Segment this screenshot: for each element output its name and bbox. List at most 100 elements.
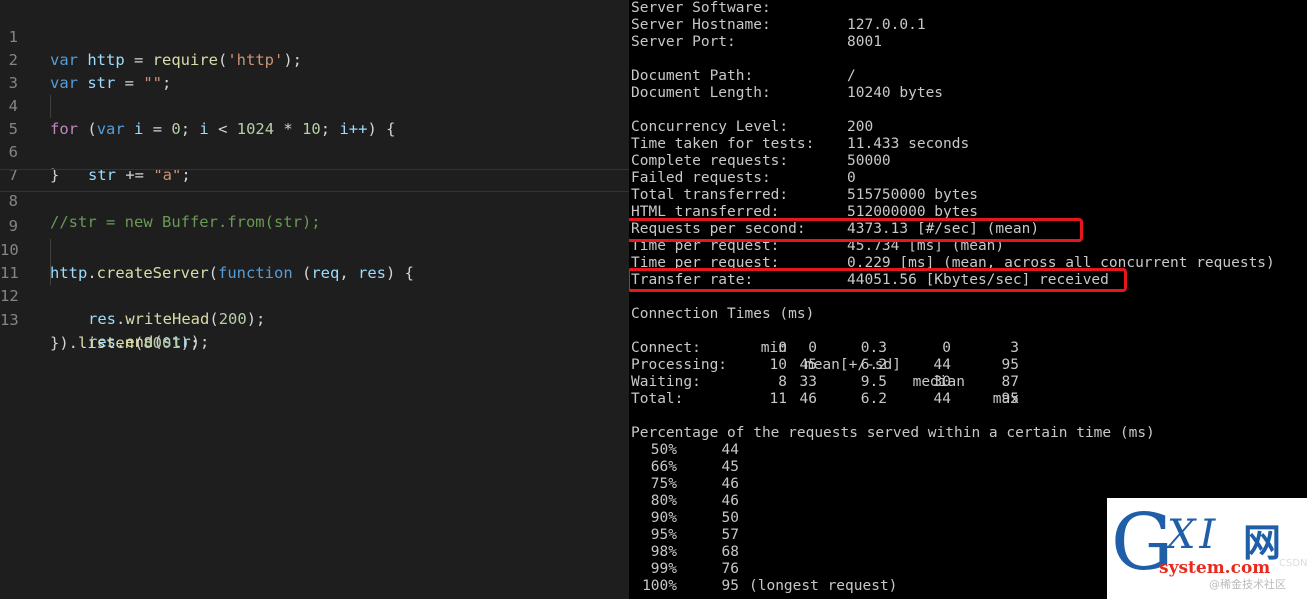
table-cell: 0 (942, 340, 951, 356)
table-cell: 33 (799, 374, 817, 390)
table-cell: Connect: (631, 340, 701, 356)
info-value: 127.0.0.1 (847, 17, 926, 33)
info-line: Complete requests: 50000 (631, 153, 1307, 170)
code-line[interactable]: 6 } (0, 118, 629, 184)
info-label: Server Port: (631, 34, 736, 50)
table-cell: 0.3 (860, 340, 887, 356)
highlight-requests-per-second (629, 218, 1083, 242)
code-line[interactable]: 9 (0, 192, 629, 235)
code-line[interactable]: 10 http.createServer(function (req, res)… (0, 216, 629, 282)
list-item: 90% 50 (631, 510, 1031, 527)
code-line-active[interactable]: 8 //str = new Buffer.from(str); (0, 169, 629, 231)
info-label: Complete requests: (631, 153, 789, 169)
info-line (631, 102, 1307, 119)
info-value: 50000 (847, 153, 891, 169)
table-cell: Processing: (631, 357, 728, 373)
table-cell: 95 (1001, 391, 1019, 407)
punctuation: ( (134, 334, 144, 352)
code-line[interactable]: 12 res.end(str); (0, 262, 629, 351)
code-line[interactable]: 13 }).listen(8001); (0, 286, 629, 352)
info-line: Document Length: 10240 bytes (631, 85, 1307, 102)
code-line[interactable]: 3 (0, 49, 629, 92)
highlight-transfer-rate (629, 268, 1127, 292)
function-name: writeHead (125, 310, 210, 328)
table-cell: Waiting: (631, 374, 701, 390)
percentile-ms: 95 (721, 578, 739, 594)
code-line[interactable]: 7 (0, 141, 629, 184)
punctuation: . (116, 310, 126, 328)
percentage-title: Percentage of the requests served within… (631, 425, 1155, 441)
percentile-ms: 50 (721, 510, 739, 526)
code-line[interactable]: 2 var str = ""; (0, 26, 629, 92)
percentile-label: 95% (650, 527, 677, 543)
table-row: Waiting: 8 33 9.5 30 87 (631, 374, 1031, 391)
logo-letters: XI (1167, 512, 1220, 558)
identifier: res (88, 310, 116, 328)
table-row: Processing: 10 45 6.2 44 95 (631, 357, 1031, 374)
info-value: 200 (847, 119, 874, 135)
punctuation: }). (50, 334, 78, 352)
table-cell: 45 (799, 357, 817, 373)
code-line[interactable]: 5 str += "a"; (0, 95, 629, 184)
table-cell: 95 (1001, 357, 1019, 373)
list-item: 75% 46 (631, 476, 1031, 493)
watermark-faint-text: CSDN (1279, 558, 1307, 569)
table-cell: 87 (1001, 374, 1019, 390)
info-line: Concurrency Level: 200 (631, 119, 1307, 136)
number-literal: 8001 (143, 334, 181, 352)
percentile-label: 90% (650, 510, 677, 526)
info-value: 515750000 bytes (847, 187, 978, 203)
site-watermark-logo: G XI 网 system.com @稀金技术社区 CSDN (1107, 498, 1307, 599)
percentile-label: 66% (650, 459, 677, 475)
info-value: 8001 (847, 34, 882, 50)
list-item: 50% 44 (631, 442, 1031, 459)
info-label: Document Length: (631, 85, 771, 101)
info-line: Server Port: 8001 (631, 34, 1307, 51)
table-cell: 44 (933, 391, 951, 407)
connection-times-title: Connection Times (ms) (631, 306, 815, 322)
percentile-label: 75% (650, 476, 677, 492)
percentile-ms: 46 (721, 476, 739, 492)
punctuation: ); (180, 334, 200, 352)
info-line: Server Software: (631, 0, 1307, 17)
code-line[interactable]: 1 var http = require('http'); (0, 3, 629, 69)
table-cell: 0 (808, 340, 817, 356)
info-value: 10240 bytes (847, 85, 944, 101)
indent-guide (50, 239, 51, 262)
info-label: Total transferred: (631, 187, 789, 203)
info-line: Total transferred: 515750000 bytes (631, 187, 1307, 204)
info-label: Server Software: (631, 0, 771, 16)
info-line (631, 51, 1307, 68)
punctuation: ( (209, 310, 219, 328)
list-item: 66% 45 (631, 459, 1031, 476)
table-cell: Total: (631, 391, 684, 407)
list-item: 95% 57 (631, 527, 1031, 544)
indent-guide (50, 95, 51, 118)
list-item: 98% 68 (631, 544, 1031, 561)
table-cell: 6.2 (860, 357, 887, 373)
table-cell: 30 (933, 374, 951, 390)
percentile-ms: 46 (721, 493, 739, 509)
table-cell: 44 (933, 357, 951, 373)
info-value: 0 (847, 170, 856, 186)
table-row: Connect: 0 0 0.3 0 3 (631, 340, 1031, 357)
info-label: Concurrency Level: (631, 119, 789, 135)
percentile-ms: 57 (721, 527, 739, 543)
list-item: 99% 76 (631, 561, 1031, 578)
indent-guide (50, 262, 51, 285)
number-literal: 200 (218, 310, 247, 328)
code-line[interactable]: 11 res.writeHead(200); (0, 239, 629, 328)
line-number: 13 (0, 311, 19, 329)
info-value: 11.433 seconds (847, 136, 970, 152)
table-cell: 6.2 (860, 391, 887, 407)
table-row: Total: 11 46 6.2 44 95 (631, 391, 1031, 408)
info-line: Failed requests: 0 (631, 170, 1307, 187)
percentile-ms: 45 (721, 459, 739, 475)
code-line[interactable]: 4 for (var i = 0; i < 1024 * 10; i++) { (0, 72, 629, 138)
info-label: Document Path: (631, 68, 754, 84)
function-name: listen (78, 334, 134, 352)
code-editor[interactable]: 1 var http = require('http'); 2 var str … (0, 0, 629, 599)
percentile-ms: 76 (721, 561, 739, 577)
table-cell: 9.5 (860, 374, 887, 390)
logo-site-text: system.com (1159, 558, 1271, 578)
